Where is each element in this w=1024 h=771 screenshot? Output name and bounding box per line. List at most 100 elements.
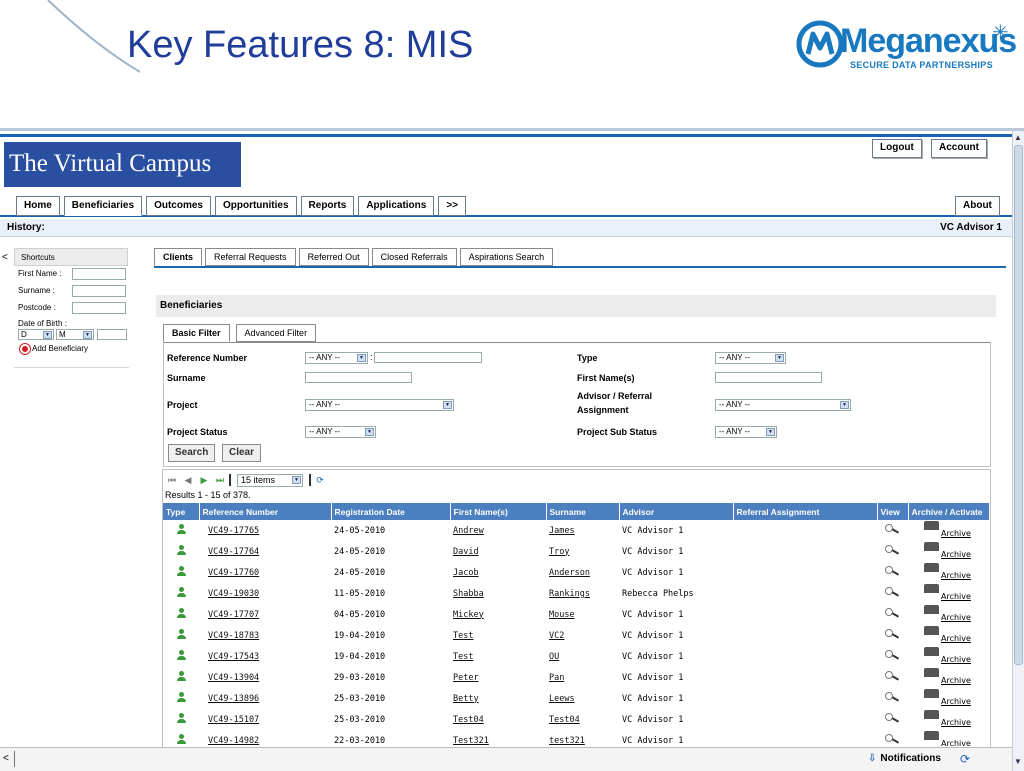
reference-number-input[interactable] <box>374 352 482 363</box>
row-view[interactable] <box>877 604 908 625</box>
surname-filter-input[interactable] <box>305 372 412 383</box>
reference-link[interactable]: VC49-15107 <box>208 715 259 725</box>
tab-clients[interactable]: Clients <box>154 248 203 266</box>
archive-link[interactable]: Archive <box>941 592 971 601</box>
magnifier-icon[interactable] <box>885 713 899 723</box>
sidebar-collapse-button[interactable]: < <box>2 252 8 263</box>
row-surname[interactable]: OU <box>546 646 619 667</box>
col-registration-date[interactable]: Registration Date <box>331 503 451 520</box>
reference-link[interactable]: VC49-13896 <box>208 694 259 704</box>
search-button[interactable]: Search <box>168 444 216 462</box>
scroll-down-icon[interactable]: ▼ <box>1014 757 1022 766</box>
surname-link[interactable]: VC2 <box>549 631 564 641</box>
magnifier-icon[interactable] <box>885 671 899 681</box>
row-archive[interactable]: Archive <box>908 709 990 730</box>
row-archive[interactable]: Archive <box>908 541 990 562</box>
tab-advanced-filter[interactable]: Advanced Filter <box>235 324 317 342</box>
first-name-link[interactable]: Andrew <box>453 526 484 536</box>
project-status-select[interactable]: -- ANY -- ▼ <box>305 426 376 438</box>
first-name-link[interactable]: Test04 <box>453 715 484 725</box>
row-first-name[interactable]: Jacob <box>450 562 546 583</box>
surname-link[interactable]: James <box>549 526 575 536</box>
scroll-up-icon[interactable]: ▲ <box>1014 133 1022 142</box>
reference-link[interactable]: VC49-19030 <box>208 589 259 599</box>
archive-link[interactable]: Archive <box>941 571 971 580</box>
row-view[interactable] <box>877 562 908 583</box>
clear-button[interactable]: Clear <box>222 444 262 462</box>
row-view[interactable] <box>877 646 908 667</box>
row-first-name[interactable]: Test <box>450 625 546 646</box>
archive-link[interactable]: Archive <box>941 634 971 643</box>
about-button[interactable]: About <box>955 196 1000 216</box>
nav-outcomes[interactable]: Outcomes <box>146 196 211 216</box>
row-view[interactable] <box>877 688 908 709</box>
row-view[interactable] <box>877 583 908 604</box>
first-name-link[interactable]: Mickey <box>453 610 484 620</box>
surname-link[interactable]: test321 <box>549 736 585 746</box>
row-archive[interactable]: Archive <box>908 583 990 604</box>
col-view[interactable]: View <box>877 503 909 520</box>
row-first-name[interactable]: Test <box>450 646 546 667</box>
col-referral-assignment[interactable]: Referral Assignment <box>733 503 878 520</box>
col-archive-activate[interactable]: Archive / Activate <box>908 503 990 520</box>
row-first-name[interactable]: Peter <box>450 667 546 688</box>
page-size-select[interactable]: 15 items ▼ <box>237 473 303 487</box>
row-view[interactable] <box>877 667 908 688</box>
col-reference-number[interactable]: Reference Number <box>199 503 332 520</box>
magnifier-icon[interactable] <box>885 692 899 702</box>
add-beneficiary-link[interactable]: Add Beneficiary <box>14 341 129 357</box>
project-sub-status-select[interactable]: -- ANY -- ▼ <box>715 426 777 438</box>
row-view[interactable] <box>877 541 908 562</box>
nav-opportunities[interactable]: Opportunities <box>214 196 297 216</box>
tab-referred-out[interactable]: Referred Out <box>298 248 369 266</box>
advisor-select[interactable]: -- ANY -- ▼ <box>715 399 851 411</box>
row-surname[interactable]: Pan <box>546 667 619 688</box>
first-name-link[interactable]: Peter <box>453 673 479 683</box>
magnifier-icon[interactable] <box>885 524 899 534</box>
row-archive[interactable]: Archive <box>908 520 990 541</box>
row-first-name[interactable]: David <box>450 541 546 562</box>
row-first-name[interactable]: Test04 <box>450 709 546 730</box>
row-archive[interactable]: Archive <box>908 646 990 667</box>
surname-link[interactable]: Leews <box>549 694 575 704</box>
reference-link[interactable]: VC49-17707 <box>208 610 259 620</box>
reference-link[interactable]: VC49-14982 <box>208 736 259 746</box>
row-archive[interactable]: Archive <box>908 625 990 646</box>
reference-link[interactable]: VC49-18783 <box>208 631 259 641</box>
first-name-input[interactable] <box>72 268 126 280</box>
reference-link[interactable]: VC49-17760 <box>208 568 259 578</box>
magnifier-icon[interactable] <box>885 629 899 639</box>
magnifier-icon[interactable] <box>885 566 899 576</box>
row-reference[interactable]: VC49-18783 <box>199 625 331 646</box>
magnifier-icon[interactable] <box>885 650 899 660</box>
surname-input[interactable] <box>72 285 126 297</box>
archive-link[interactable]: Archive <box>941 550 971 559</box>
row-reference[interactable]: VC49-13896 <box>199 688 331 709</box>
row-first-name[interactable]: Andrew <box>450 520 546 541</box>
row-reference[interactable]: VC49-13904 <box>199 667 331 688</box>
archive-link[interactable]: Archive <box>941 718 971 727</box>
nav-more[interactable]: >> <box>438 196 467 216</box>
brand-logo[interactable]: The Virtual Campus <box>4 142 241 187</box>
reference-prefix-select[interactable]: -- ANY -- ▼ <box>305 352 368 364</box>
scrollbar-thumb[interactable] <box>1014 145 1023 665</box>
surname-link[interactable]: Pan <box>549 673 564 683</box>
first-name-link[interactable]: Test <box>453 652 473 662</box>
archive-link[interactable]: Archive <box>941 613 971 622</box>
dob-day-select[interactable]: D ▼ <box>18 329 54 340</box>
row-reference[interactable]: VC49-17764 <box>199 541 331 562</box>
project-select[interactable]: -- ANY -- ▼ <box>305 399 454 411</box>
row-surname[interactable]: Anderson <box>546 562 619 583</box>
archive-link[interactable]: Archive <box>941 655 971 664</box>
row-reference[interactable]: VC49-17543 <box>199 646 331 667</box>
magnifier-icon[interactable] <box>885 545 899 555</box>
logout-button[interactable]: Logout <box>872 139 922 158</box>
surname-link[interactable]: Mouse <box>549 610 575 620</box>
col-type[interactable]: Type <box>163 503 200 520</box>
row-reference[interactable]: VC49-15107 <box>199 709 331 730</box>
nav-beneficiaries[interactable]: Beneficiaries <box>63 196 143 216</box>
surname-link[interactable]: Troy <box>549 547 569 557</box>
notifications-button[interactable]: ⇩ Notifications <box>868 753 941 764</box>
nav-home[interactable]: Home <box>16 196 60 216</box>
first-name-link[interactable]: Shabba <box>453 589 484 599</box>
